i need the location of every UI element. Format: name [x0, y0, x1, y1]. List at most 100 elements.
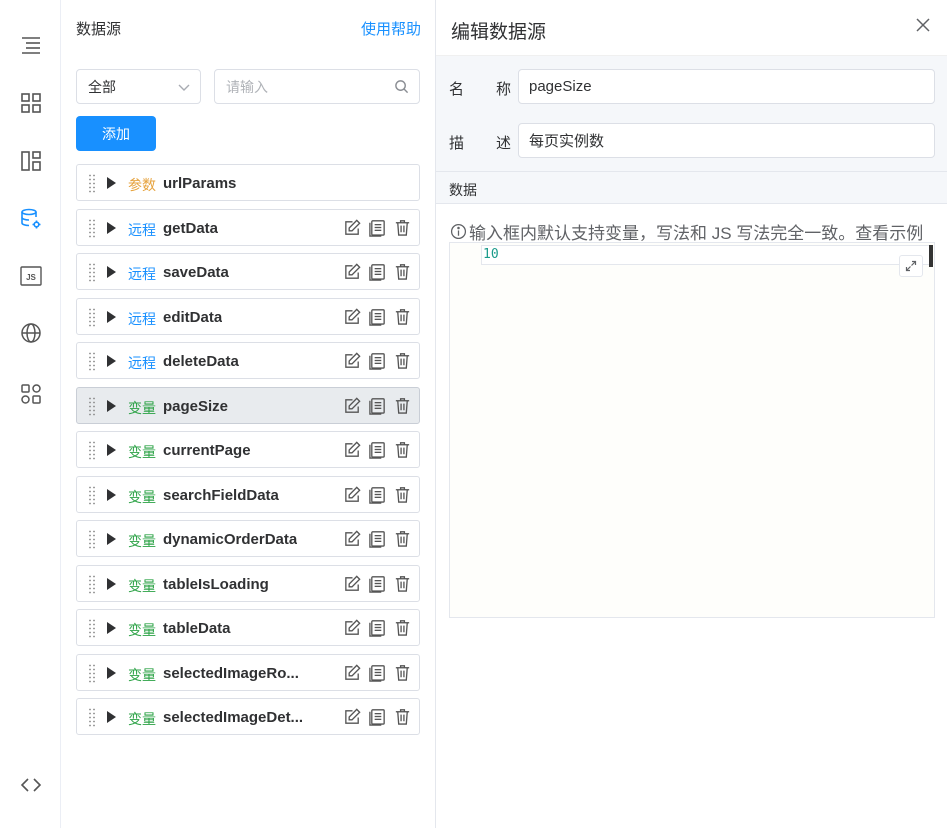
expand-arrow-icon[interactable] [107, 266, 116, 278]
expand-arrow-icon[interactable] [107, 310, 116, 323]
copy-icon[interactable] [368, 351, 387, 370]
drag-handle-icon[interactable] [88, 664, 96, 683]
row-actions [343, 663, 412, 682]
expand-arrow-icon[interactable] [107, 711, 116, 723]
icon-rail: JS [0, 0, 61, 828]
expand-arrow-icon[interactable] [107, 577, 116, 590]
drag-handle-icon[interactable] [88, 575, 96, 594]
datasource-row[interactable]: 变量 dynamicOrderData [76, 520, 420, 557]
delete-icon[interactable] [393, 529, 412, 548]
drag-handle-icon[interactable] [88, 397, 96, 416]
edit-icon[interactable] [343, 663, 362, 682]
expand-arrow-icon[interactable] [107, 622, 116, 634]
copy-icon[interactable] [368, 307, 387, 326]
edit-icon[interactable] [343, 618, 362, 637]
description-field[interactable] [518, 123, 935, 158]
drag-handle-icon[interactable] [88, 263, 96, 282]
datasource-row[interactable]: 变量 selectedImageRo... [76, 653, 420, 691]
datasource-row[interactable]: 远程 editData [76, 297, 420, 335]
drag-handle-icon[interactable] [88, 530, 96, 549]
edit-icon[interactable] [343, 262, 362, 281]
datasource-row[interactable]: 变量 tableData [76, 609, 420, 646]
search-input[interactable] [214, 69, 420, 104]
datasource-name: tableData [163, 620, 231, 637]
copy-icon[interactable] [368, 574, 387, 593]
datasource-row[interactable]: 远程 deleteData [76, 342, 420, 379]
name-field[interactable] [518, 69, 935, 104]
outline-icon[interactable] [17, 31, 45, 59]
components-icon[interactable] [17, 380, 45, 408]
copy-icon[interactable] [368, 618, 387, 637]
code-icon[interactable] [17, 771, 45, 799]
type-filter-select[interactable]: 全部 [76, 69, 201, 104]
copy-icon[interactable] [368, 707, 387, 726]
delete-icon[interactable] [393, 663, 412, 682]
datasource-row[interactable]: 变量 tableIsLoading [76, 564, 420, 602]
delete-icon[interactable] [393, 707, 412, 726]
expand-arrow-icon[interactable] [107, 444, 116, 456]
datasource-row[interactable]: 远程 getData [76, 208, 420, 246]
copy-icon[interactable] [368, 663, 387, 682]
edit-icon[interactable] [343, 396, 362, 415]
grid-icon[interactable] [17, 89, 45, 117]
delete-icon[interactable] [393, 396, 412, 415]
expand-arrow-icon[interactable] [107, 666, 116, 679]
edit-icon[interactable] [343, 574, 362, 593]
edit-icon[interactable] [343, 529, 362, 548]
drag-handle-icon[interactable] [88, 619, 96, 638]
expand-arrow-icon[interactable] [107, 488, 116, 501]
copy-icon[interactable] [368, 262, 387, 281]
add-button[interactable]: 添加 [76, 116, 156, 151]
delete-icon[interactable] [393, 618, 412, 637]
edit-icon[interactable] [343, 485, 362, 504]
copy-icon[interactable] [368, 485, 387, 504]
expand-arrow-icon[interactable] [107, 221, 116, 234]
delete-icon[interactable] [393, 351, 412, 370]
delete-icon[interactable] [393, 574, 412, 593]
row-actions [343, 218, 412, 237]
edit-icon[interactable] [343, 351, 362, 370]
drag-handle-icon[interactable] [88, 308, 96, 327]
edit-icon[interactable] [343, 707, 362, 726]
database-settings-icon[interactable] [17, 205, 45, 233]
datasource-row[interactable]: 远程 saveData [76, 253, 420, 290]
expand-arrow-icon[interactable] [107, 177, 116, 189]
datasource-type-tag: 变量 [128, 577, 156, 594]
help-link[interactable]: 使用帮助 [361, 18, 421, 39]
globe-icon[interactable] [17, 319, 45, 347]
row-actions [343, 529, 412, 548]
drag-handle-icon[interactable] [88, 708, 96, 727]
edit-icon[interactable] [343, 440, 362, 459]
close-icon[interactable] [914, 16, 932, 34]
expand-arrow-icon[interactable] [107, 399, 116, 412]
drag-handle-icon[interactable] [88, 219, 96, 238]
datasource-row[interactable]: 参数 urlParams [76, 164, 420, 201]
edit-icon[interactable] [343, 218, 362, 237]
delete-icon[interactable] [393, 307, 412, 326]
datasource-row[interactable]: 变量 currentPage [76, 431, 420, 468]
drag-handle-icon[interactable] [88, 441, 96, 460]
delete-icon[interactable] [393, 262, 412, 281]
datasource-row[interactable]: 变量 pageSize [76, 386, 420, 424]
expand-arrow-icon[interactable] [107, 533, 116, 545]
delete-icon[interactable] [393, 218, 412, 237]
expand-arrow-icon[interactable] [107, 355, 116, 367]
drag-handle-icon[interactable] [88, 486, 96, 505]
copy-icon[interactable] [368, 529, 387, 548]
code-line[interactable]: 10 [481, 245, 933, 265]
search-icon[interactable] [394, 79, 409, 94]
datasource-row[interactable]: 变量 searchFieldData [76, 475, 420, 513]
copy-icon[interactable] [368, 396, 387, 415]
delete-icon[interactable] [393, 485, 412, 504]
edit-icon[interactable] [343, 307, 362, 326]
drag-handle-icon[interactable] [88, 174, 96, 193]
drag-handle-icon[interactable] [88, 352, 96, 371]
copy-icon[interactable] [368, 440, 387, 459]
delete-icon[interactable] [393, 440, 412, 459]
code-editor[interactable]: 10 [449, 242, 935, 618]
datasource-row[interactable]: 变量 selectedImageDet... [76, 698, 420, 735]
expand-button[interactable] [899, 255, 923, 277]
layout-icon[interactable] [17, 147, 45, 175]
copy-icon[interactable] [368, 218, 387, 237]
js-icon[interactable]: JS [17, 262, 45, 290]
